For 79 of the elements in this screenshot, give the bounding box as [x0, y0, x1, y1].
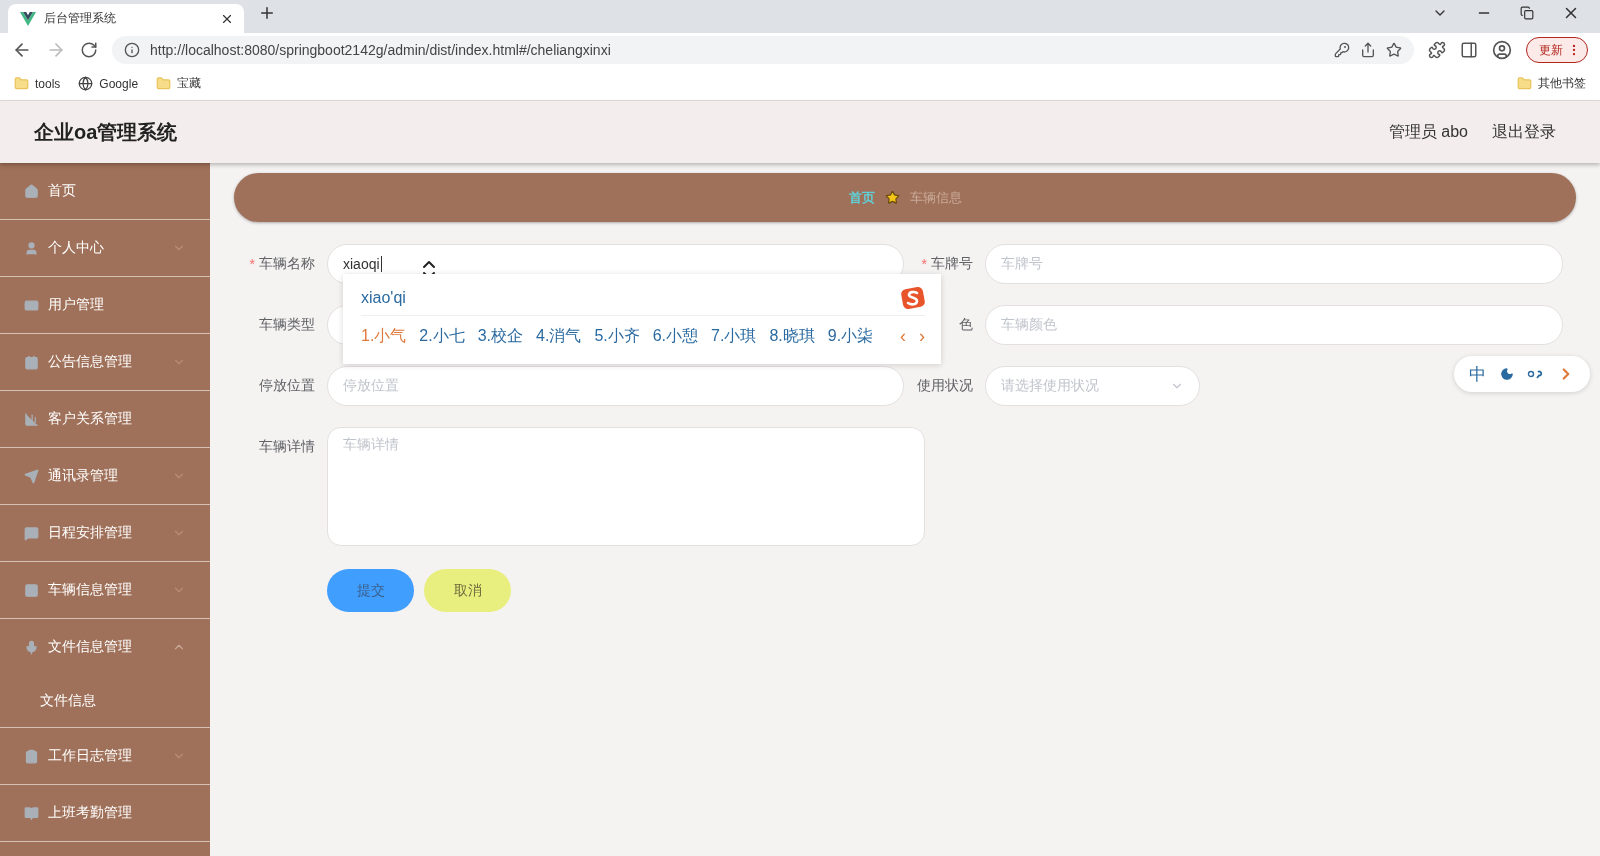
- menu-icon: [24, 411, 39, 427]
- menu-item[interactable]: 上班考勤管理: [0, 785, 210, 841]
- ime-mode-toggle[interactable]: 中: [1468, 362, 1486, 386]
- key-icon[interactable]: [1334, 42, 1350, 58]
- ime-candidate[interactable]: 7.小琪: [711, 325, 757, 347]
- menu-item[interactable]: 日程安排管理: [0, 505, 210, 561]
- next-page-button[interactable]: ›: [919, 325, 925, 347]
- browser-tab[interactable]: 后台管理系统: [8, 4, 244, 33]
- profile-icon[interactable]: [1492, 40, 1512, 60]
- breadcrumb-item: 车辆信息: [909, 188, 962, 207]
- restore-icon[interactable]: [1520, 5, 1534, 20]
- ime-candidate[interactable]: 6.小憩: [652, 325, 699, 347]
- menu-icon: [24, 805, 39, 821]
- bookmark[interactable]: Google: [78, 76, 139, 91]
- field-label: 使用状况: [917, 377, 973, 395]
- update-button[interactable]: 更新: [1526, 37, 1588, 63]
- folder-icon: [156, 76, 172, 91]
- field-label: 车辆名称: [259, 255, 315, 273]
- menu-item[interactable]: 文件信息管理: [0, 619, 210, 675]
- share-icon[interactable]: [1360, 42, 1376, 58]
- ime-candidate[interactable]: 9.小柒: [827, 325, 874, 347]
- star-icon: [884, 190, 900, 205]
- required-mark: *: [249, 256, 255, 272]
- field-label: 色: [959, 316, 973, 334]
- side-panel-icon[interactable]: [1460, 41, 1478, 59]
- submenu-item[interactable]: 文件信息: [0, 675, 210, 727]
- menu-icon: [24, 748, 39, 764]
- folder-icon: [14, 76, 29, 91]
- punctuation-icon[interactable]: [1527, 369, 1544, 379]
- star-icon[interactable]: [1386, 42, 1402, 58]
- menu-item[interactable]: 通讯录管理: [0, 448, 210, 504]
- menu-icon: [24, 297, 39, 313]
- menu-icon: [24, 582, 39, 598]
- menu-icon: [24, 468, 39, 484]
- menu-item[interactable]: 客户关系管理: [0, 391, 210, 447]
- info-icon[interactable]: [124, 42, 140, 58]
- required-mark: *: [921, 256, 927, 272]
- ime-candidate[interactable]: 8.晓琪: [769, 325, 815, 347]
- bookmark[interactable]: tools: [14, 76, 61, 91]
- field-label: 车牌号: [931, 255, 973, 273]
- menu-item[interactable]: 车辆信息管理: [0, 562, 210, 618]
- user-name: 管理员 abo: [1388, 121, 1468, 142]
- reload-icon[interactable]: [80, 41, 98, 59]
- extensions-icon[interactable]: [1428, 41, 1446, 59]
- menu-item[interactable]: 用户管理: [0, 277, 210, 333]
- menu-icon: [24, 639, 39, 655]
- ime-composition: xiao'qi: [361, 288, 406, 307]
- moon-icon[interactable]: [1499, 367, 1514, 381]
- ime-candidate[interactable]: 5.小齐: [594, 325, 640, 347]
- bookmark[interactable]: 宝藏: [156, 75, 202, 92]
- menu-icon: [24, 354, 39, 370]
- vue-logo-icon: [20, 11, 36, 26]
- menu-item[interactable]: 首页: [0, 163, 210, 219]
- submit-button[interactable]: 提交: [327, 569, 414, 612]
- globe-icon: [78, 76, 94, 91]
- address-bar[interactable]: http://localhost:8080/springboot2142g/admin/dist/index.html#/cheliangxinxi: [112, 36, 1414, 64]
- tab-title: 后台管理系统: [44, 10, 117, 27]
- menu-item[interactable]: 公告信息管理: [0, 334, 210, 390]
- ime-candidate[interactable]: 1.小气: [361, 325, 407, 347]
- ime-candidate[interactable]: 4.消气: [536, 325, 582, 347]
- app-title: 企业oa管理系统: [34, 119, 179, 145]
- field-label: 车辆类型: [259, 316, 315, 334]
- cancel-button[interactable]: 取消: [424, 569, 511, 612]
- other-bookmarks[interactable]: 其他书签: [1517, 75, 1586, 92]
- ime-candidate[interactable]: 3.校企: [477, 325, 524, 347]
- prev-page-button[interactable]: ‹: [900, 325, 906, 347]
- field-label: 停放位置: [259, 377, 315, 395]
- new-tab-icon[interactable]: [258, 4, 276, 22]
- sogou-logo-icon: [901, 285, 925, 310]
- folder-icon: [1517, 76, 1532, 91]
- menu-item[interactable]: 个人中心: [0, 220, 210, 276]
- menu-icon: [24, 183, 39, 199]
- ime-candidate[interactable]: 2.小七: [419, 325, 465, 347]
- field-label: 车辆详情: [259, 438, 315, 456]
- menu-item[interactable]: 工作日志管理: [0, 728, 210, 784]
- breadcrumb-item[interactable]: 首页: [848, 188, 875, 207]
- menu-icon: [24, 525, 39, 541]
- logout-link[interactable]: 退出登录: [1492, 121, 1556, 143]
- menu-icon: [24, 240, 39, 256]
